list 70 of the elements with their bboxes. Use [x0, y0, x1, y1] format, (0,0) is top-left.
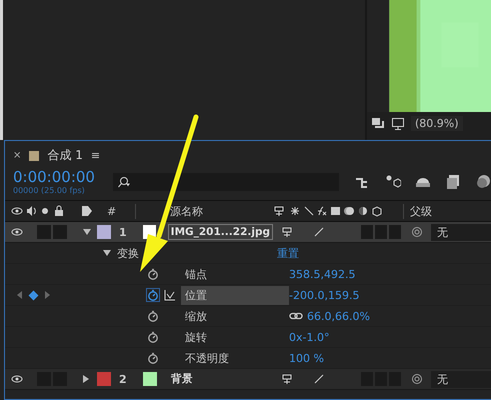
- composition-tab[interactable]: 合成 1: [47, 147, 83, 164]
- column-header[interactable]: #: [107, 204, 135, 218]
- stopwatch-icon[interactable]: [147, 331, 159, 343]
- label-color-swatch[interactable]: [97, 225, 111, 239]
- parent-dropdown[interactable]: 无: [431, 224, 491, 240]
- expand-triangle-icon[interactable]: [83, 375, 89, 383]
- switch-toggle[interactable]: [37, 225, 51, 239]
- layer-row[interactable]: 2 背景 无: [5, 369, 491, 390]
- eye-icon[interactable]: [11, 373, 23, 385]
- pick-whip-icon[interactable]: [411, 373, 423, 385]
- label-icon[interactable]: [81, 205, 93, 217]
- layer-name[interactable]: IMG_201...22.jpg: [168, 224, 273, 240]
- column-header[interactable]: 源名称: [135, 204, 273, 218]
- solo-icon[interactable]: [39, 205, 51, 217]
- next-keyframe-icon[interactable]: [45, 291, 50, 299]
- quality-switch-icon[interactable]: [313, 373, 325, 385]
- label-color-swatch[interactable]: [97, 372, 111, 386]
- layer-thumbnail: [143, 372, 157, 386]
- switch-toggle[interactable]: [375, 225, 387, 239]
- layer-row[interactable]: 1 IMG_201...22.jpg 无: [5, 222, 491, 243]
- property-value[interactable]: 66.0,66.0%: [307, 310, 370, 322]
- pick-whip-icon[interactable]: [411, 226, 423, 238]
- property-group-label[interactable]: 变换: [117, 246, 277, 260]
- cube-icon[interactable]: [385, 174, 401, 190]
- property-name[interactable]: 锚点: [181, 264, 289, 284]
- lock-icon[interactable]: [53, 205, 65, 217]
- property-name[interactable]: 位置: [181, 286, 289, 304]
- property-value[interactable]: -200.0,159.5: [289, 288, 360, 302]
- search-field[interactable]: [113, 173, 339, 191]
- composition-icon: [29, 150, 40, 160]
- property-value[interactable]: 0x-1.0°: [289, 330, 330, 344]
- switch-toggle[interactable]: [389, 225, 401, 239]
- keyframe-icon[interactable]: [28, 290, 38, 300]
- search-icon: [117, 176, 131, 188]
- layer-number: 1: [118, 226, 128, 238]
- timecode[interactable]: 0:00:00:00: [13, 169, 113, 186]
- quality-switch-icon[interactable]: [313, 226, 325, 238]
- panel-menu-button[interactable]: ≡: [90, 149, 100, 162]
- eye-icon[interactable]: [11, 205, 23, 217]
- stopwatch-icon[interactable]: [147, 289, 159, 301]
- property-value[interactable]: 358.5,492.5: [289, 268, 356, 280]
- zoom-dropdown[interactable]: (80.9%): [411, 116, 463, 131]
- reset-link[interactable]: 重置: [277, 246, 299, 260]
- property-name[interactable]: 缩放: [181, 306, 289, 326]
- expand-triangle-icon[interactable]: [103, 250, 111, 256]
- property-value[interactable]: 100 %: [289, 352, 324, 364]
- layer-number: 2: [118, 372, 128, 386]
- expand-triangle-icon[interactable]: [83, 229, 91, 235]
- link-icon[interactable]: [289, 312, 303, 320]
- close-button[interactable]: ×: [13, 150, 22, 161]
- sphere-icon[interactable]: [475, 174, 491, 190]
- monitor-icon[interactable]: [391, 116, 405, 130]
- eye-icon[interactable]: [11, 226, 23, 238]
- snapshot-icon[interactable]: [371, 116, 385, 130]
- column-header[interactable]: 父级: [403, 204, 432, 218]
- graph-icon[interactable]: [164, 289, 176, 301]
- shy-switch-icon[interactable]: [281, 226, 293, 238]
- property-name[interactable]: 旋转: [181, 328, 289, 346]
- stopwatch-icon[interactable]: [147, 352, 159, 364]
- frame-info: 00000 (25.00 fps): [13, 186, 86, 195]
- parent-dropdown[interactable]: 无: [431, 370, 491, 388]
- switch-toggle[interactable]: [53, 225, 67, 239]
- speaker-icon[interactable]: [25, 205, 37, 217]
- layer-name[interactable]: 背景: [169, 371, 195, 387]
- stopwatch-icon[interactable]: [147, 268, 159, 280]
- property-name[interactable]: 不透明度: [181, 348, 289, 368]
- previous-keyframe-icon[interactable]: [17, 291, 22, 299]
- stopwatch-icon[interactable]: [147, 310, 159, 322]
- shy-switch-icon[interactable]: [281, 373, 293, 385]
- switch-toggle[interactable]: [361, 225, 373, 239]
